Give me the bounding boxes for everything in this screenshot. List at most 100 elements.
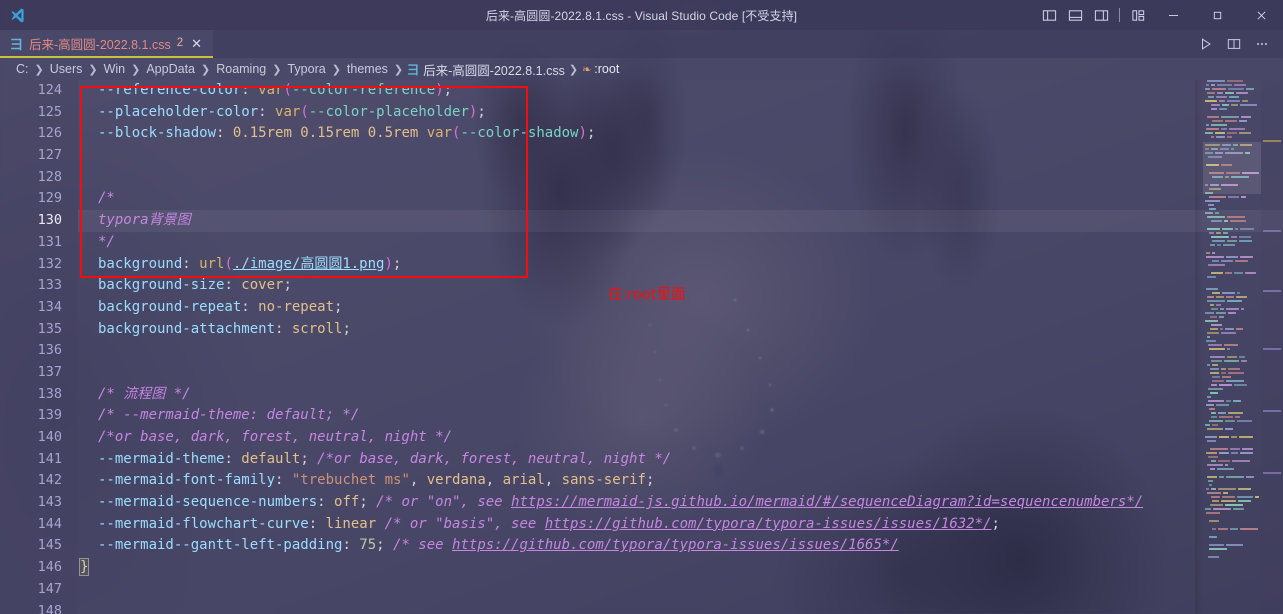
minimap-token [1224,344,1238,346]
code-token: , [485,472,503,489]
breadcrumb-item-typora[interactable]: Typora [285,62,327,76]
line-content: --placeholder-color: var(--color-placeho… [98,102,486,124]
breadcrumb-item-roaming[interactable]: Roaming [214,62,268,76]
editor-tab[interactable]: 彐 后来-高圆圆-2022.8.1.css 2 ✕ [0,30,214,58]
code-token[interactable]: https://github.com/typora/typora-issues/… [545,516,992,532]
customize-layout-icon[interactable] [1125,0,1151,30]
code-line[interactable]: 148 [0,601,1283,614]
line-content: --reference-color: var(--color-reference… [98,80,452,102]
code-line[interactable]: 147 [0,579,1283,601]
code-editor[interactable]: 124 --reference-color: var(--color-refere… [0,80,1283,614]
minimap-token [1207,216,1225,218]
code-token: --color-placeholder [308,103,469,120]
breadcrumb-item-c[interactable]: C: [14,62,31,76]
minimap-token [1205,88,1210,90]
minimap-token [1207,276,1216,278]
minimap-line [1203,432,1261,435]
minimap-token [1216,304,1221,306]
minimap-slider[interactable] [1203,142,1261,194]
code-line[interactable]: 136 [0,340,1283,362]
code-line[interactable]: 127 [0,145,1283,167]
code-line[interactable]: 138 /* 流程图 */ [0,384,1283,406]
code-token[interactable]: https://mermaid-js.github.io/mermaid/#/s… [511,494,1143,510]
minimap-line [1203,376,1261,379]
code-line[interactable]: 131 */ [0,232,1283,254]
minimap-line [1203,128,1261,131]
minimap-token [1205,424,1210,426]
code-line[interactable]: 144 --mermaid-flowchart-curve: linear /* … [0,514,1283,536]
code-token: /* see [393,537,453,554]
code-line[interactable]: 145 --mermaid--gantt-left-padding: 75; /*… [0,535,1283,557]
minimap-token [1233,508,1244,510]
code-line[interactable]: 142 --mermaid-font-family: "trebuchet ms"… [0,470,1283,492]
code-line[interactable]: 126 --block-shadow: 0.15rem 0.15rem 0.5re… [0,123,1283,145]
minimap-token [1205,132,1213,134]
line-number: 127 [37,147,62,164]
vscode-logo-icon [0,7,34,24]
line-content: --mermaid--gantt-left-padding: 75; /* se… [98,535,899,557]
code-token[interactable]: ./image/高圆圆1.png [233,256,385,272]
code-line[interactable]: 128 [0,167,1283,189]
minimap-token [1237,292,1240,294]
minimap-token [1216,296,1224,298]
minimap-line [1203,124,1261,127]
breadcrumb-item-themes[interactable]: themes [345,62,390,76]
minimap-line [1203,456,1261,459]
minimap-line [1203,428,1261,431]
more-actions-icon[interactable] [1249,30,1275,58]
breadcrumb-item-users[interactable]: Users [48,62,85,76]
code-line[interactable]: 139 /* --mermaid-theme: default; */ [0,405,1283,427]
breadcrumb-file[interactable]: 彐后来-高圆圆-2022.8.1.css [407,60,565,79]
close-button[interactable] [1239,0,1283,30]
minimap-token [1211,416,1217,418]
breadcrumb: C: ❯ Users ❯ Win ❯ AppData ❯ Roaming ❯ Typora ❯ them… [0,58,1283,80]
code-line[interactable]: 146} [0,557,1283,579]
line-number: 128 [37,168,62,185]
chevron-right-icon: ❯ [272,63,282,76]
minimap-token [1206,84,1209,86]
title-bar: 后来-高圆圆-2022.8.1.css - Visual Studio Code… [0,0,1283,30]
minimap-line [1203,352,1261,355]
minimap-token [1205,200,1220,202]
code-token[interactable]: https://github.com/typora/typora-issues/… [452,537,899,553]
code-line[interactable]: 129 /* [0,188,1283,210]
code-line[interactable]: 141 --mermaid-theme: default; /*or base, … [0,449,1283,471]
breadcrumb-item-win[interactable]: Win [102,62,128,76]
overview-ruler[interactable] [1261,80,1283,614]
code-line[interactable]: 132 background: url(./image/高圆圆1.png); [0,254,1283,276]
close-icon[interactable]: ✕ [189,37,204,50]
minimap-token [1206,256,1224,258]
toggle-panel-icon[interactable] [1062,0,1088,30]
toggle-secondary-sidebar-icon[interactable] [1088,0,1114,30]
code-token: , [544,472,562,489]
minimap-token [1209,208,1216,210]
code-line[interactable]: 143 --mermaid-sequence-numbers: off; /* o… [0,492,1283,514]
breadcrumb-item-appdata[interactable]: AppData [144,62,197,76]
minimap-line [1203,224,1261,227]
minimap-line [1203,236,1261,239]
maximize-button[interactable] [1195,0,1239,30]
line-content: --mermaid-flowchart-curve: linear /* or … [98,514,1000,536]
minimap-token [1209,196,1226,198]
split-editor-icon[interactable] [1221,30,1247,58]
minimap-line [1203,468,1261,471]
run-icon[interactable] [1193,30,1219,58]
minimap-token [1222,376,1231,378]
code-token: /*or base, dark, forest, neutral, night … [98,429,453,445]
code-line[interactable]: 140 /*or base, dark, forest, neutral, nig… [0,427,1283,449]
minimap-token [1226,400,1231,402]
minimap-line [1203,448,1261,451]
code-line[interactable]: 135 background-attachment: scroll; [0,319,1283,341]
toggle-primary-sidebar-icon[interactable] [1036,0,1062,30]
code-token: 75 [359,537,377,554]
line-content: */ [98,232,115,254]
code-line[interactable]: 124 --reference-color: var(--color-refere… [0,80,1283,102]
minimize-button[interactable] [1151,0,1195,30]
code-line[interactable]: 125 --placeholder-color: var(--color-plac… [0,102,1283,124]
breadcrumb-symbol[interactable]: ❧:root [582,62,619,76]
annotation-note: 在:root里面 [608,287,686,303]
code-line[interactable]: 137 [0,362,1283,384]
code-token: /* or "on", see [376,494,512,511]
code-line[interactable]: 130 typora背景图 [0,210,1283,232]
